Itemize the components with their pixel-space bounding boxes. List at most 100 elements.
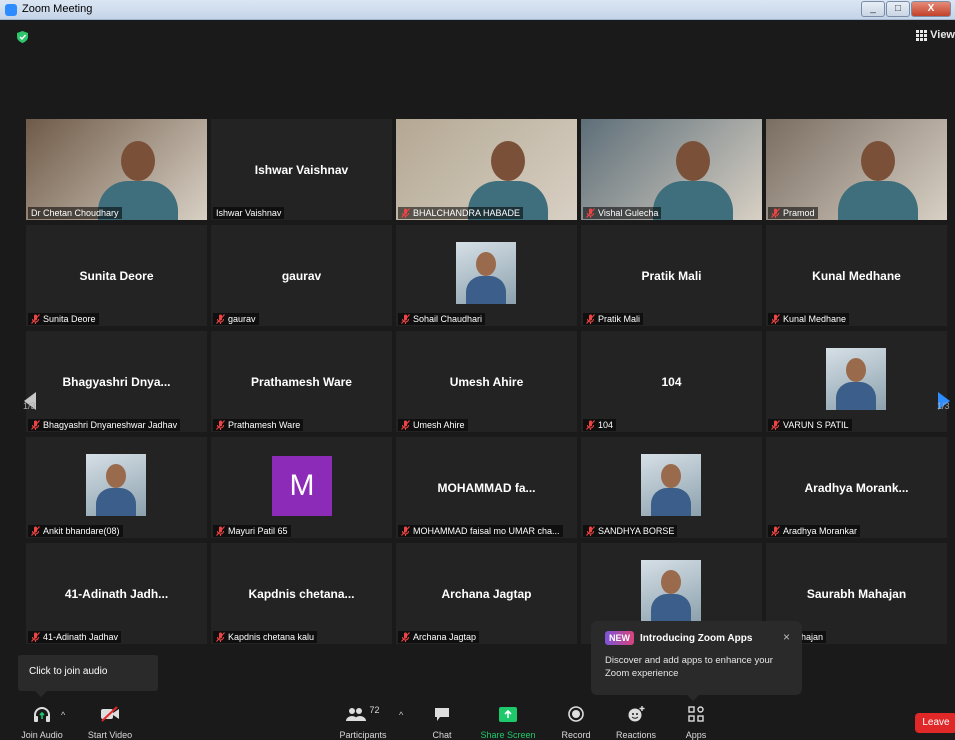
participant-tile[interactable]: Prathamesh Ware Prathamesh Ware: [211, 331, 392, 432]
participant-name-text: Ankit bhandare(08): [43, 526, 120, 536]
join-audio-button[interactable]: Join Audio: [19, 705, 65, 740]
muted-mic-icon: [401, 420, 410, 430]
participant-tile[interactable]: MOHAMMAD fa... MOHAMMAD faisal mo UMAR ch…: [396, 437, 577, 538]
close-window-button[interactable]: X: [911, 1, 951, 17]
participant-name-text: Sohail Chaudhari: [413, 314, 483, 324]
participant-name-text: Ishwar Vaishnav: [216, 208, 282, 218]
participant-display-name: Aradhya Morank...: [804, 481, 909, 495]
person-silhouette: [121, 141, 155, 181]
window-title: Zoom Meeting: [22, 3, 93, 15]
chat-icon: [435, 707, 449, 721]
participant-tile[interactable]: Ankit bhandare(08): [26, 437, 207, 538]
participant-display-name: gaurav: [281, 269, 322, 283]
muted-mic-icon: [31, 314, 40, 324]
reactions-button[interactable]: Reactions: [613, 705, 659, 740]
participant-name-text: Umesh Ahire: [413, 420, 465, 430]
participant-display-name: Kapdnis chetana...: [248, 587, 355, 601]
maximize-button[interactable]: □: [886, 1, 910, 17]
participant-display-name: 41-Adinath Jadh...: [64, 587, 169, 601]
participant-tile[interactable]: BHALCHANDRA HABADE: [396, 119, 577, 220]
muted-mic-icon: [401, 632, 410, 642]
participant-name-text: Mayuri Patil 65: [228, 526, 288, 536]
participant-tile[interactable]: Pratik Mali Pratik Mali: [581, 225, 762, 326]
person-silhouette: [491, 141, 525, 181]
participant-tile[interactable]: Kunal Medhane Kunal Medhane: [766, 225, 947, 326]
window-titlebar: Zoom Meeting _ □ X: [0, 0, 955, 20]
participant-name-text: Pratik Mali: [598, 314, 641, 324]
apps-popup-title: Introducing Zoom Apps: [640, 632, 753, 644]
participant-tile[interactable]: Pramod: [766, 119, 947, 220]
participant-video: [766, 119, 947, 220]
participant-tile[interactable]: Sunita Deore Sunita Deore: [26, 225, 207, 326]
participant-tile[interactable]: Aradhya Morank... Aradhya Morankar: [766, 437, 947, 538]
participant-tile[interactable]: Dr Chetan Choudhary: [26, 119, 207, 220]
avatar-body: [651, 594, 691, 622]
participant-tile[interactable]: Umesh Ahire Umesh Ahire: [396, 331, 577, 432]
avatar-face: [476, 252, 496, 276]
leave-button[interactable]: Leave: [915, 713, 955, 733]
participants-label: Participants: [339, 730, 387, 740]
start-video-button[interactable]: Start Video: [85, 705, 135, 740]
page-indicator-right: 1/3: [937, 401, 950, 411]
participant-name-label: 41-Adinath Jadhav: [28, 631, 122, 643]
muted-mic-icon: [401, 208, 410, 218]
share-screen-button[interactable]: Share Screen: [479, 705, 537, 740]
participant-name-label: Pramod: [768, 207, 818, 219]
participant-name-text: Kapdnis chetana kalu: [228, 632, 315, 642]
muted-mic-icon: [216, 314, 225, 324]
participant-tile[interactable]: 41-Adinath Jadh... 41-Adinath Jadhav: [26, 543, 207, 644]
apps-label: Apps: [685, 730, 707, 740]
muted-mic-icon: [771, 314, 780, 324]
participant-tile[interactable]: VARUN S PATIL: [766, 331, 947, 432]
window-controls: _ □ X: [860, 1, 951, 17]
participants-options-chevron-icon[interactable]: ^: [399, 710, 403, 720]
prev-page-button[interactable]: [18, 352, 40, 447]
video-off-icon: [101, 706, 119, 722]
page-indicator-left: 1/3: [23, 401, 36, 411]
profile-picture: [641, 454, 701, 516]
avatar-letter: M: [272, 456, 332, 516]
security-shield-icon[interactable]: [17, 31, 28, 43]
record-button[interactable]: Record: [559, 705, 593, 740]
muted-mic-icon: [771, 526, 780, 536]
participant-tile[interactable]: gaurav gaurav: [211, 225, 392, 326]
participant-name-text: gaurav: [228, 314, 256, 324]
zoom-app-icon: [5, 4, 17, 16]
participant-name-label: Dr Chetan Choudhary: [28, 207, 122, 219]
minimize-button[interactable]: _: [861, 1, 885, 17]
avatar-body: [96, 488, 136, 516]
participant-name-label: 104: [583, 419, 617, 431]
participant-display-name: Umesh Ahire: [449, 375, 524, 389]
participant-tile[interactable]: Vishal Gulecha: [581, 119, 762, 220]
person-silhouette: [861, 141, 895, 181]
headphones-icon: [34, 707, 50, 722]
new-badge: NEW: [605, 631, 634, 645]
close-popup-icon[interactable]: ×: [783, 630, 790, 644]
muted-mic-icon: [216, 420, 225, 430]
muted-mic-icon: [31, 526, 40, 536]
chat-button[interactable]: Chat: [427, 705, 457, 740]
audio-options-chevron-icon[interactable]: ^: [61, 710, 65, 720]
participant-tile[interactable]: Ishwar Vaishnav Ishwar Vaishnav: [211, 119, 392, 220]
participant-tile[interactable]: 104 104: [581, 331, 762, 432]
participant-tile[interactable]: Kapdnis chetana... Kapdnis chetana kalu: [211, 543, 392, 644]
participant-display-name: Archana Jagtap: [441, 587, 532, 601]
view-button[interactable]: View: [916, 29, 955, 41]
participant-tile[interactable]: Archana Jagtap Archana Jagtap: [396, 543, 577, 644]
avatar-face: [661, 464, 681, 488]
participant-name-label: MOHAMMAD faisal mo UMAR cha...: [398, 525, 563, 537]
participant-tile[interactable]: M Mayuri Patil 65: [211, 437, 392, 538]
participants-button[interactable]: 72 Participants: [337, 705, 389, 740]
participant-tile[interactable]: Bhagyashri Dnya... Bhagyashri Dnyaneshwar…: [26, 331, 207, 432]
profile-picture: [86, 454, 146, 516]
muted-mic-icon: [586, 420, 595, 430]
participant-name-label: Sohail Chaudhari: [398, 313, 486, 325]
muted-mic-icon: [586, 208, 595, 218]
participant-tile[interactable]: Sohail Chaudhari: [396, 225, 577, 326]
muted-mic-icon: [216, 526, 225, 536]
next-page-button[interactable]: [932, 352, 954, 447]
apps-button[interactable]: Apps: [681, 705, 711, 740]
participant-tile[interactable]: SANDHYA BORSE: [581, 437, 762, 538]
participant-name-label: Ishwar Vaishnav: [213, 207, 285, 219]
participant-display-name: Sunita Deore: [79, 269, 154, 283]
